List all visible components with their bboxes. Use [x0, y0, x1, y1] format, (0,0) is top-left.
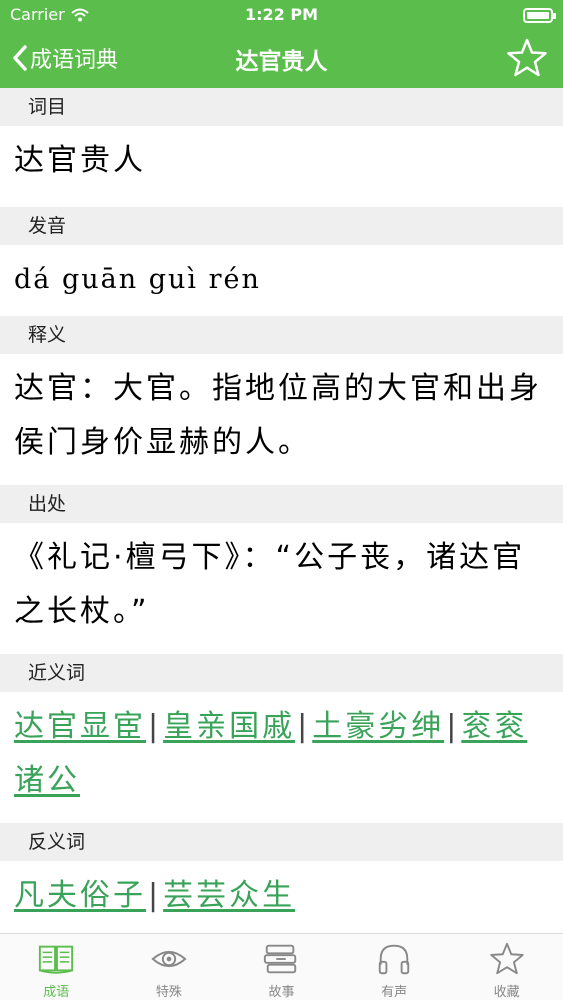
synonym-link[interactable]: 土豪劣绅 [312, 709, 444, 744]
section-header-entry: 词目 [0, 88, 563, 126]
section-header-synonyms: 近义词 [0, 654, 563, 692]
battery-icon [523, 8, 556, 23]
tab-label: 特殊 [155, 985, 182, 1000]
separator: | [297, 709, 311, 744]
eye-icon [151, 950, 187, 968]
tab-stories[interactable]: 故事 [225, 934, 338, 1000]
section-header-antonyms: 反义词 [0, 823, 563, 861]
synonym-link[interactable]: 达官显宦 [14, 709, 146, 744]
antonym-link[interactable]: 凡夫俗子 [14, 878, 146, 913]
tab-label: 故事 [268, 985, 295, 1000]
star-outline-icon [507, 38, 547, 77]
tab-special[interactable]: 特殊 [113, 934, 226, 1000]
tab-favorites[interactable]: 收藏 [450, 934, 563, 1000]
section-header-pronunciation: 发音 [0, 207, 563, 245]
separator: | [446, 709, 460, 744]
separator: | [148, 709, 162, 744]
entry-text: 达官贵人 [14, 143, 146, 178]
pronunciation-text: dá guān guì rén [14, 264, 261, 295]
tab-label: 有声 [381, 985, 408, 1000]
section-header-source: 出处 [0, 485, 563, 523]
tab-label: 成语 [43, 985, 70, 1000]
antonyms-list: 凡夫俗子|芸芸众生 [0, 861, 563, 937]
favorite-button[interactable] [505, 36, 549, 80]
tab-bar: 成语 特殊 故事 有声 收藏 [0, 933, 563, 1000]
status-time: 1:22 PM [244, 5, 318, 24]
synonyms-list: 达官显宦|皇亲国戚|土豪劣绅|衮衮诸公 [0, 692, 563, 823]
headphones-icon [378, 944, 410, 975]
separator: | [148, 878, 162, 913]
page-title: 达官贵人 [235, 49, 328, 75]
tab-audio[interactable]: 有声 [338, 934, 451, 1000]
tab-label: 收藏 [493, 985, 520, 1000]
source-text: 《礼记·檀弓下》：“公子丧，诸达官之长杖。” [14, 540, 526, 629]
synonym-link[interactable]: 皇亲国戚 [163, 709, 295, 744]
definition-text: 达官：大官。指地位高的大官和出身侯门身价显赫的人。 [14, 371, 542, 460]
section-header-definition: 释义 [0, 316, 563, 354]
idiom-detail: 词目 达官贵人 发音 dá guān guì rén 释义 达官：大官。指地位高… [0, 88, 563, 937]
books-stack-icon [264, 944, 297, 974]
tab-idioms[interactable]: 成语 [0, 934, 113, 1000]
status-bar: Carrier 1:22 PM [0, 0, 563, 30]
navigation-bar: 成语词典 达官贵人 [0, 30, 563, 88]
book-icon [39, 945, 74, 974]
star-icon [490, 942, 524, 975]
top-bar: Carrier 1:22 PM 成语词典 达官贵人 [0, 0, 563, 88]
antonym-link[interactable]: 芸芸众生 [163, 878, 295, 913]
